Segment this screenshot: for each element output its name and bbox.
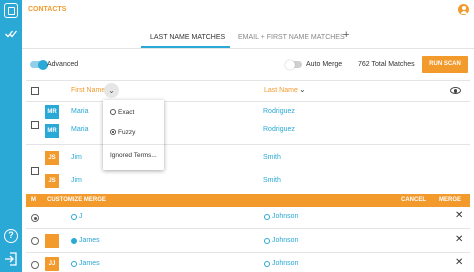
close-icon[interactable]: ✕	[455, 234, 463, 245]
column-header-first-name[interactable]: First Name	[71, 87, 105, 94]
row-select-radio[interactable]	[31, 261, 39, 269]
header-bottom-divider	[26, 101, 470, 102]
user-icon[interactable]	[458, 4, 469, 15]
field-radio[interactable]	[71, 214, 77, 220]
group-divider	[26, 144, 470, 145]
close-icon[interactable]: ✕	[455, 210, 463, 221]
avatar	[45, 234, 59, 248]
table-cell-first[interactable]: Jim	[71, 154, 82, 161]
table-cell-last[interactable]: Rodriguez	[263, 108, 295, 115]
dropdown-divider	[103, 144, 164, 145]
auto-merge-toggle[interactable]	[285, 59, 302, 70]
merge-cell-last[interactable]: Johnson	[272, 213, 298, 220]
field-radio[interactable]	[264, 261, 270, 267]
avatar: JS	[45, 174, 59, 188]
avatar: MR	[45, 124, 59, 138]
merge-row-divider	[26, 252, 470, 253]
field-radio[interactable]	[264, 214, 270, 220]
merge-cell-first[interactable]: James	[79, 260, 100, 267]
field-radio[interactable]	[264, 238, 270, 244]
merge-bar-m: M	[31, 197, 36, 203]
dropdown-option-fuzzy[interactable]: Fuzzy	[110, 129, 135, 136]
eye-icon[interactable]	[450, 87, 461, 94]
ignored-terms-link[interactable]: Ignored Terms...	[110, 152, 157, 159]
column-header-last-name[interactable]: Last Name	[264, 87, 298, 94]
table-cell-first[interactable]: Maria	[71, 126, 89, 133]
table-cell-last[interactable]: Smith	[263, 154, 281, 161]
help-icon[interactable]: ?	[4, 229, 18, 243]
table-cell-last[interactable]: Rodriguez	[263, 126, 295, 133]
merge-button[interactable]: MERGE	[439, 197, 461, 203]
avatar: MR	[45, 105, 59, 119]
customize-merge-bar: M CUSTOMIZE MERGE CANCEL MERGE	[26, 194, 470, 207]
dropdown-option-exact[interactable]: Exact	[110, 109, 134, 116]
row-select-radio[interactable]	[31, 214, 39, 222]
plus-icon[interactable]: +	[343, 29, 349, 41]
row-select-radio[interactable]	[31, 237, 39, 245]
match-type-dropdown: Exact Fuzzy Ignored Terms...	[103, 100, 164, 170]
group-checkbox[interactable]	[31, 121, 39, 129]
chevron-down-icon[interactable]: ⌄	[299, 85, 306, 94]
field-radio[interactable]	[71, 238, 77, 244]
merge-cell-last[interactable]: Johnson	[272, 237, 298, 244]
exit-icon[interactable]	[4, 252, 18, 266]
logo-icon[interactable]	[4, 3, 18, 18]
radio-selected-icon	[110, 129, 116, 135]
avatar: JS	[45, 151, 59, 165]
advanced-label: Advanced	[47, 61, 79, 68]
merge-cell-first[interactable]: J	[79, 213, 83, 220]
merge-row-divider	[26, 228, 470, 229]
total-matches: 762 Total Matches	[358, 61, 415, 68]
table-cell-first[interactable]: Maria	[71, 108, 89, 115]
customize-merge-title: CUSTOMIZE MERGE	[47, 197, 106, 203]
run-scan-button[interactable]: RUN SCAN	[422, 56, 468, 73]
merge-cell-last[interactable]: Johnson	[272, 260, 298, 267]
select-all-checkbox[interactable]	[31, 87, 39, 95]
table-cell-first[interactable]: Jim	[71, 177, 82, 184]
avatar: JJ	[45, 257, 59, 271]
checkmark-icon[interactable]	[5, 29, 17, 39]
close-icon[interactable]: ✕	[455, 257, 463, 268]
field-radio[interactable]	[71, 261, 77, 267]
tab-email-first-name-matches[interactable]: EMAIL + FIRST NAME MATCHES	[238, 34, 345, 48]
merge-cell-first[interactable]: James	[79, 237, 100, 244]
table-cell-last[interactable]: Smith	[263, 177, 281, 184]
radio-icon	[110, 109, 116, 115]
advanced-toggle[interactable]	[30, 59, 48, 70]
tab-divider	[22, 48, 474, 49]
chevron-down-icon[interactable]: ⌄	[104, 83, 119, 98]
group-checkbox[interactable]	[31, 167, 39, 175]
page-title: CONTACTS	[28, 6, 67, 13]
header-divider	[26, 80, 470, 81]
sidebar: ?	[0, 0, 22, 272]
auto-merge-label: Auto Merge	[306, 61, 343, 68]
cancel-button[interactable]: CANCEL	[401, 197, 426, 203]
